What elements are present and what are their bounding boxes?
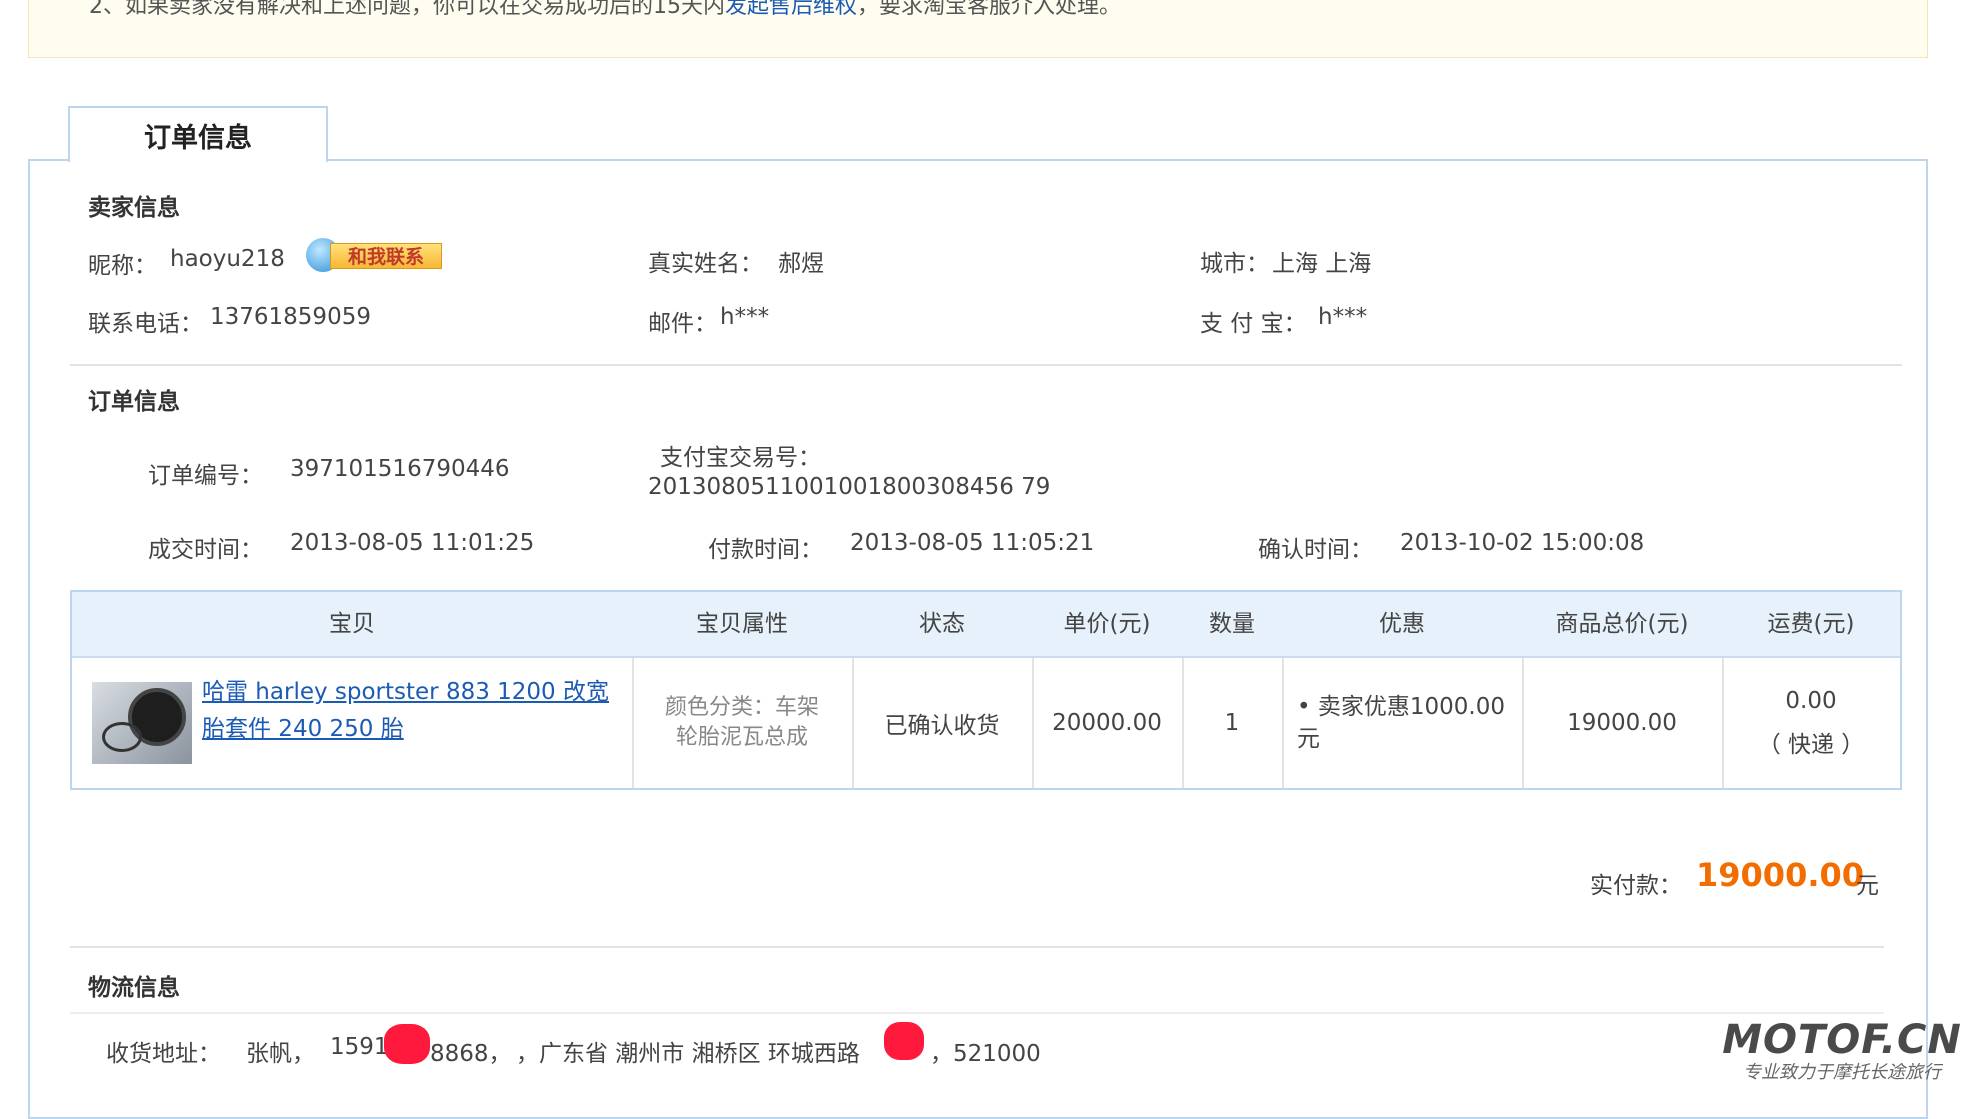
redaction-mark [884, 1022, 924, 1060]
col-shipping: 运费(元) [1767, 611, 1855, 637]
item-title-link[interactable]: 哈雷 harley sportster 883 1200 改宽胎套件 240 2… [202, 674, 622, 748]
actual-payment-amount: 19000.00 [1696, 856, 1865, 894]
notice-text: 2、如果卖家没有解决和上述问题，你可以在交易成功后的15天内发起售后维权，要求淘… [89, 0, 1121, 20]
fender-image [102, 722, 142, 752]
item-attr: 颜色分类：车架轮胎泥瓦总成 [664, 695, 819, 750]
logistics-section-title: 物流信息 [88, 975, 180, 1001]
seller-phone: 13761859059 [210, 304, 371, 330]
receiver-name: 张帆， [246, 1041, 315, 1067]
contact-button-label: 和我联系 [330, 243, 442, 269]
item-attr-cell: 颜色分类：车架轮胎泥瓦总成 [632, 658, 852, 788]
item-shipping: 0.00 [1785, 688, 1837, 714]
seller-city: 上海 上海 [1272, 251, 1372, 277]
actual-payment-unit: 元 [1856, 873, 1879, 899]
pay-time-label: 付款时间： [708, 537, 823, 563]
divider [70, 1012, 1884, 1014]
after-sale-link[interactable]: 发起售后维权 [725, 0, 857, 19]
actual-payment-label: 实付款： [1590, 873, 1682, 899]
alipay-trade-label: 支付宝交易号： [660, 445, 821, 471]
seller-section-title: 卖家信息 [88, 195, 180, 221]
confirm-time: 2013-10-02 15:00:08 [1400, 530, 1645, 556]
seller-nickname: haoyu218 [170, 246, 285, 272]
nickname-label: 昵称： [88, 253, 157, 279]
notice-text-prefix: 2、如果卖家没有解决和上述问题，你可以在交易成功后的15天内 [89, 0, 725, 19]
col-qty: 数量 [1209, 611, 1255, 637]
item-thumbnail[interactable] [92, 682, 192, 764]
receiver-phone-start: 1591 [330, 1034, 389, 1060]
item-shipping-type: （ 快递 ） [1757, 732, 1865, 758]
order-no-label: 订单编号： [148, 463, 263, 489]
divider [70, 946, 1884, 948]
item-subtotal: 19000.00 [1567, 710, 1677, 736]
email-label: 邮件： [648, 311, 717, 337]
tab-order-info[interactable]: 订单信息 [68, 106, 328, 162]
col-discount: 优惠 [1379, 611, 1425, 637]
deal-time: 2013-08-05 11:01:25 [290, 530, 535, 556]
table-header: 宝贝 宝贝属性 状态 单价(元) 数量 优惠 商品总价(元) 运费(元) [72, 592, 1900, 658]
item-shipping-cell: 0.00 （ 快递 ） [1722, 658, 1900, 788]
divider [70, 364, 1902, 366]
notice-text-suffix: ，要求淘宝客服介入处理。 [857, 0, 1122, 19]
col-attr: 宝贝属性 [696, 611, 788, 637]
realname-label: 真实姓名： [648, 251, 763, 277]
receiver-zip: ，521000 [930, 1041, 1041, 1067]
alipay-label: 支 付 宝： [1200, 311, 1307, 337]
deal-time-label: 成交时间： [148, 537, 263, 563]
item-qty: 1 [1224, 710, 1240, 736]
col-item: 宝贝 [329, 611, 375, 637]
watermark-brand: MOTOF.CN [1722, 1017, 1962, 1063]
notice-bar: 2、如果卖家没有解决和上述问题，你可以在交易成功后的15天内发起售后维权，要求淘… [28, 0, 1928, 58]
receiver-address: ，广东省 潮州市 湘桥区 环城西路 [516, 1041, 860, 1067]
order-no: 397101516790446 [290, 456, 510, 482]
address-label: 收货地址： [106, 1041, 221, 1067]
phone-label: 联系电话： [88, 311, 203, 337]
item-discount-cell: • 卖家优惠1000.00元 [1282, 658, 1522, 788]
col-status: 状态 [919, 611, 965, 637]
seller-email: h*** [720, 304, 770, 330]
contact-seller-button[interactable]: 和我联系 [306, 236, 442, 274]
order-items-table: 宝贝 宝贝属性 状态 单价(元) 数量 优惠 商品总价(元) 运费(元) 哈雷 … [70, 590, 1902, 790]
item-price: 20000.00 [1052, 710, 1162, 736]
confirm-time-label: 确认时间： [1258, 537, 1373, 563]
item-status: 已确认收货 [884, 713, 1000, 739]
seller-realname: 郝煜 [778, 251, 824, 277]
city-label: 城市： [1200, 251, 1269, 277]
receiver-phone-end: 8868， [430, 1041, 512, 1067]
order-section-title: 订单信息 [88, 389, 180, 415]
alipay-trade-no: 2013080511001001800308456 79 [648, 474, 1051, 500]
redaction-mark [384, 1024, 430, 1064]
site-watermark: MOTOF.CN 专业致力于摩托长途旅行 [1722, 1018, 1962, 1092]
seller-alipay: h*** [1318, 304, 1368, 330]
item-discount: • 卖家优惠1000.00元 [1297, 694, 1505, 752]
pay-time: 2013-08-05 11:05:21 [850, 530, 1095, 556]
col-subtotal: 商品总价(元) [1555, 611, 1689, 637]
watermark-slogan: 专业致力于摩托长途旅行 [1743, 1062, 1941, 1083]
col-price: 单价(元) [1063, 611, 1151, 637]
